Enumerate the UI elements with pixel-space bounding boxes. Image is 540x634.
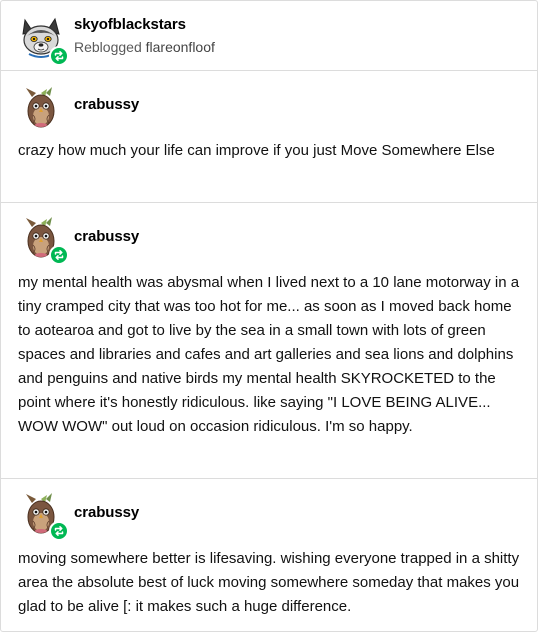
- trail-item: crabussy crazy how much your life can im…: [1, 71, 537, 203]
- reblogged-label: Reblogged: [74, 39, 142, 55]
- reblogger-avatar[interactable]: [19, 16, 69, 66]
- trail-avatar[interactable]: [19, 491, 69, 541]
- reblog-badge: [49, 46, 69, 66]
- reblogged-from-line: Reblogged flareonfloof: [74, 39, 215, 55]
- owl-avatar-icon: [26, 87, 55, 128]
- trail-item: crabussy moving somewhere better is life…: [1, 479, 537, 634]
- reblog-icon: [54, 526, 64, 536]
- trail-text: crazy how much your life can improve if …: [18, 142, 495, 159]
- reblog-icon: [54, 250, 64, 260]
- trail-avatar[interactable]: [19, 85, 67, 133]
- trail-text: moving somewhere better is lifesaving. w…: [18, 550, 520, 615]
- reblog-icon: [54, 51, 64, 61]
- trail-username[interactable]: crabussy: [74, 96, 139, 113]
- reblogger-username[interactable]: skyofblackstars: [74, 16, 186, 33]
- trail-username[interactable]: crabussy: [74, 228, 139, 245]
- trail-username[interactable]: crabussy: [74, 504, 139, 521]
- post-card: skyofblackstars Reblogged flareonfloof c…: [0, 0, 538, 632]
- reblogged-from-link[interactable]: flareonfloof: [146, 39, 215, 55]
- trail-item: crabussy my mental health was abysmal wh…: [1, 203, 537, 479]
- post-header: skyofblackstars Reblogged flareonfloof: [1, 1, 537, 71]
- reblog-badge: [49, 521, 69, 541]
- trail-avatar[interactable]: [19, 215, 69, 265]
- reblog-badge: [49, 245, 69, 265]
- trail-text: my mental health was abysmal when I live…: [18, 274, 520, 435]
